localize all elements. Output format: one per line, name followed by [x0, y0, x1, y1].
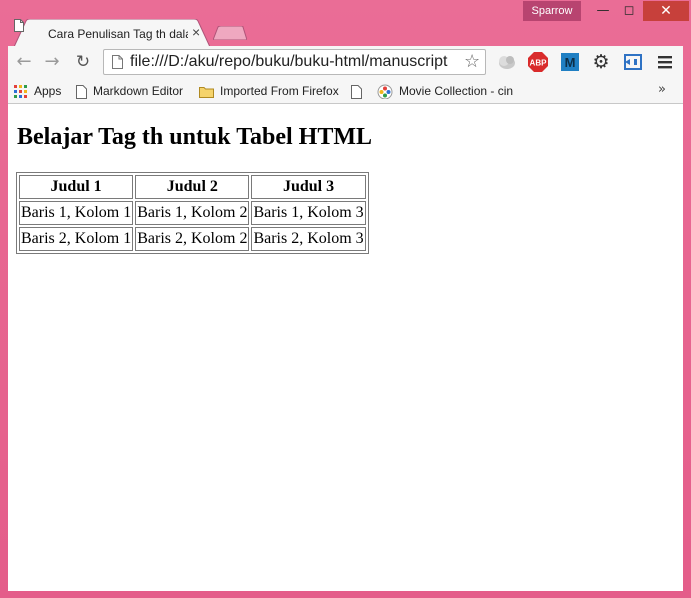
bookmark-apps[interactable]: Apps: [14, 83, 61, 99]
forward-button[interactable]: →: [41, 51, 63, 73]
table-header-row: Judul 1 Judul 2 Judul 3: [19, 175, 366, 199]
bookmark-label: Imported From Firefox: [220, 84, 339, 98]
menu-icon[interactable]: [654, 51, 676, 73]
address-bar[interactable]: file:///D:/aku/repo/buku/buku-html/manus…: [103, 49, 486, 75]
tab-title: Cara Penulisan Tag th dala: [48, 27, 188, 41]
table-cell: Baris 2, Kolom 3: [251, 227, 366, 251]
table-header-cell: Judul 1: [19, 175, 134, 199]
tab-active[interactable]: Cara Penulisan Tag th dala ×: [14, 19, 210, 47]
folder-icon: [199, 86, 214, 98]
bookmark-label: Apps: [34, 84, 62, 98]
m-extension-icon[interactable]: M: [559, 51, 581, 73]
page-icon: [351, 84, 362, 99]
table-header-cell: Judul 3: [251, 175, 366, 199]
table-row: Baris 2, Kolom 1 Baris 2, Kolom 2 Baris …: [19, 227, 366, 251]
close-window-button[interactable]: ✕: [643, 1, 689, 21]
page-icon: [14, 19, 24, 32]
m-label: M: [565, 55, 576, 70]
page-content: Belajar Tag th untuk Tabel HTML Judul 1 …: [8, 104, 683, 591]
data-table: Judul 1 Judul 2 Judul 3 Baris 1, Kolom 1…: [16, 172, 369, 254]
bookmarks-bar: Apps Markdown Editor Imported From Firef…: [8, 79, 683, 104]
movie-icon: [377, 84, 393, 99]
page-icon: [112, 55, 123, 69]
abp-label: ABP: [530, 59, 548, 68]
bookmark-label: Markdown Editor: [93, 84, 184, 98]
cast-extension-icon[interactable]: [622, 51, 644, 73]
new-tab-button[interactable]: [213, 26, 247, 40]
bookmark-star-icon[interactable]: ☆: [464, 51, 480, 72]
cloud-extension-icon[interactable]: [496, 51, 518, 73]
reload-button[interactable]: ↻: [72, 51, 94, 73]
page-title: Belajar Tag th untuk Tabel HTML: [17, 124, 373, 150]
table-cell: Baris 1, Kolom 2: [135, 201, 250, 225]
bookmark-markdown-editor[interactable]: Markdown Editor: [76, 83, 183, 99]
bookmark-movie-collection[interactable]: Movie Collection - cin: [377, 83, 517, 99]
profile-badge[interactable]: Sparrow: [523, 1, 581, 21]
apps-grid-icon: [14, 84, 27, 98]
bookmark-folder-imported[interactable]: Imported From Firefox: [199, 83, 339, 99]
maximize-button[interactable]: ◻: [616, 1, 642, 21]
table-cell: Baris 1, Kolom 1: [19, 201, 134, 225]
browser-toolbar: ← → ↻ file:///D:/aku/repo/buku/buku-html…: [8, 46, 683, 79]
table-header-cell: Judul 2: [135, 175, 250, 199]
more-bookmarks-icon[interactable]: »: [658, 82, 666, 97]
back-button[interactable]: ←: [13, 51, 35, 73]
table-cell: Baris 2, Kolom 1: [19, 227, 134, 251]
tab-close-icon[interactable]: ×: [192, 24, 200, 40]
gear-icon[interactable]: ⚙: [590, 51, 612, 73]
bookmark-untitled[interactable]: [351, 83, 368, 99]
bookmark-label: Movie Collection - cin: [399, 84, 514, 98]
table-row: Baris 1, Kolom 1 Baris 1, Kolom 2 Baris …: [19, 201, 366, 225]
page-icon: [76, 84, 87, 99]
table-cell: Baris 1, Kolom 3: [251, 201, 366, 225]
table-cell: Baris 2, Kolom 2: [135, 227, 250, 251]
browser-window-frame: Sparrow — ◻ ✕ Cara Penulisan Tag th dala…: [0, 0, 691, 598]
url-text[interactable]: file:///D:/aku/repo/buku/buku-html/manus…: [130, 53, 470, 71]
minimize-button[interactable]: —: [590, 1, 616, 21]
adblock-icon[interactable]: ABP: [527, 51, 549, 73]
